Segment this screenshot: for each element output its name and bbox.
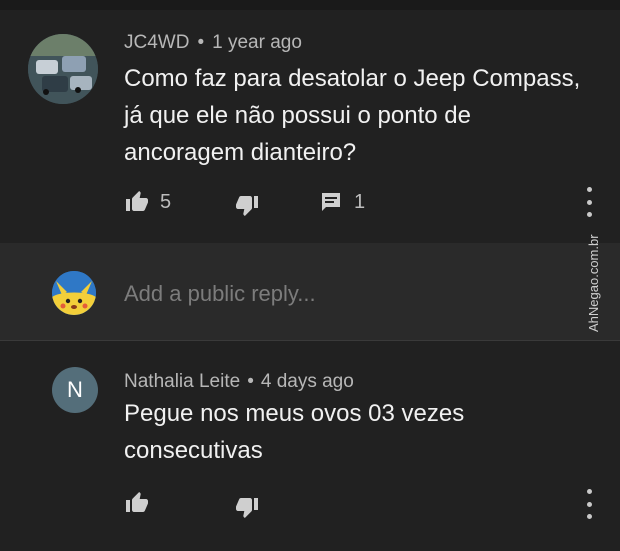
like-button[interactable]: 5 xyxy=(124,187,171,217)
more-dot-icon xyxy=(586,187,592,192)
watermark: AhNegao.com.br xyxy=(586,234,601,332)
thumbs-down-icon xyxy=(236,196,258,216)
avatar-photo-image xyxy=(28,34,98,104)
comment-text: Como faz para desatolar o Jeep Compass, … xyxy=(124,65,581,166)
comment-time[interactable]: 1 year ago xyxy=(212,32,302,53)
comment-author[interactable]: JC4WD xyxy=(124,32,189,53)
comment-author[interactable]: Nathalia Leite xyxy=(124,371,240,392)
reply-input-area: Add a public reply... xyxy=(0,243,620,340)
more-dot-icon xyxy=(586,489,592,494)
meta-separator: • xyxy=(197,32,205,53)
more-dot-icon xyxy=(586,199,592,205)
reply-input[interactable]: Add a public reply... xyxy=(124,281,316,307)
reply-comment: N Nathalia Leite • 4 days ago Pegue nos me… xyxy=(0,341,620,551)
like-button[interactable] xyxy=(124,488,150,518)
comment-meta: JC4WD • 1 year ago xyxy=(124,32,302,54)
comment-time[interactable]: 4 days ago xyxy=(261,371,354,392)
like-count: 5 xyxy=(160,190,172,213)
more-options-button[interactable] xyxy=(584,187,594,217)
comment-text: Pegue nos meus ovos 03 vezes consecutiva… xyxy=(124,400,465,464)
reply-count-button[interactable]: 1 xyxy=(318,187,365,217)
pikachu-avatar-icon xyxy=(52,271,96,315)
watermark-text: AhNegao.com.br xyxy=(586,234,601,332)
comment-meta: Nathalia Leite • 4 days ago xyxy=(124,371,354,393)
comment-icon xyxy=(322,193,340,211)
top-edge xyxy=(0,0,620,10)
avatar[interactable] xyxy=(28,34,98,104)
comment: JC4WD • 1 year ago Como faz para desatolar… xyxy=(0,10,620,243)
more-dot-icon xyxy=(586,514,592,519)
meta-separator: • xyxy=(247,371,254,392)
more-options-button[interactable] xyxy=(584,489,594,519)
reply-count: 1 xyxy=(354,190,366,213)
avatar[interactable]: N xyxy=(52,367,98,413)
dislike-button[interactable] xyxy=(234,190,260,220)
more-dot-icon xyxy=(586,501,592,507)
thumbs-up-icon xyxy=(126,191,148,211)
thumbs-down-icon xyxy=(236,498,258,518)
user-avatar[interactable] xyxy=(52,271,96,315)
dislike-button[interactable] xyxy=(234,492,260,522)
thumbs-up-icon xyxy=(126,492,148,512)
